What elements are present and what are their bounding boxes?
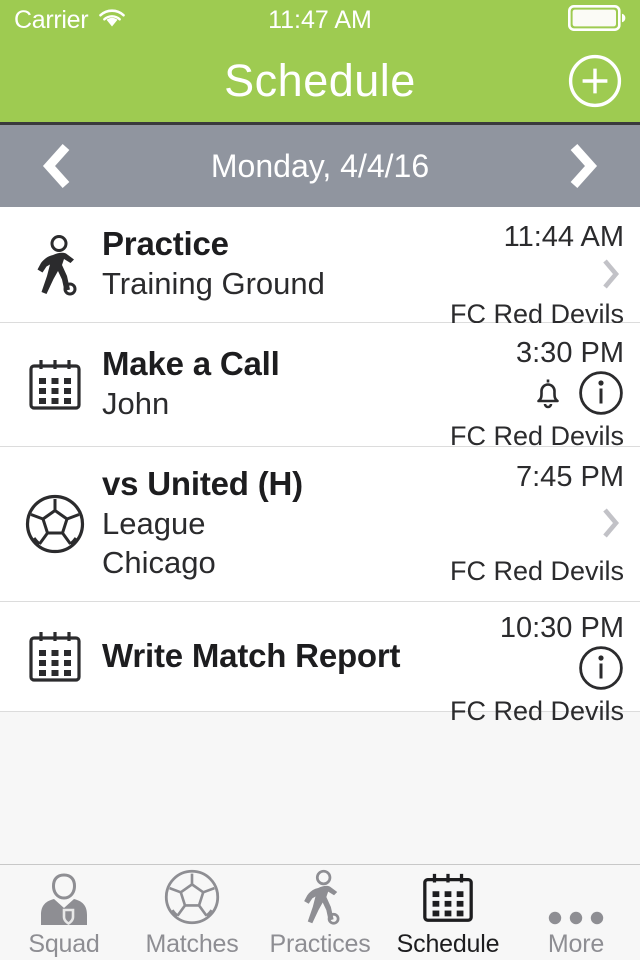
tab-label: Squad xyxy=(28,930,100,958)
bell-icon xyxy=(532,375,564,416)
battery-icon xyxy=(567,4,626,36)
schedule-row-write-match-report[interactable]: Write Match Report 10:30 PM FC Red Devil… xyxy=(0,602,640,726)
calendar-icon xyxy=(18,628,92,686)
player-bust-icon xyxy=(36,870,92,926)
event-details: vs United (H) League Chicago xyxy=(92,465,450,583)
event-subtitle: Training Ground xyxy=(102,266,325,302)
event-subtitle: League xyxy=(102,505,206,541)
event-team: FC Red Devils xyxy=(449,696,624,726)
info-circle-icon[interactable] xyxy=(578,645,624,696)
event-meta: 11:44 AM FC Red Devils xyxy=(450,207,626,329)
date-navigation-bar: Monday, 4/4/16 xyxy=(0,125,640,207)
tab-label: Matches xyxy=(145,930,239,958)
event-title: vs United (H) xyxy=(102,464,303,502)
event-team: FC Red Devils xyxy=(449,556,624,586)
player-running-icon xyxy=(294,869,346,926)
tab-schedule[interactable]: Schedule xyxy=(384,865,512,960)
event-meta: 10:30 PM FC Red Devils xyxy=(450,602,626,726)
app-screen: Carrier 11:47 AM Schedule Monday, 4/4/16… xyxy=(0,0,640,960)
tab-practices[interactable]: Practices xyxy=(256,865,384,960)
event-location: Chicago xyxy=(102,545,216,581)
event-accessory[interactable] xyxy=(598,503,624,548)
schedule-row-make-a-call[interactable]: Make a Call John 3:30 PM FC Red Devils xyxy=(0,323,640,451)
wifi-icon xyxy=(97,7,127,34)
event-title: Practice xyxy=(102,225,229,263)
event-time: 10:30 PM xyxy=(499,612,624,644)
empty-list-area xyxy=(0,712,640,864)
event-details: Make a Call John xyxy=(92,345,450,424)
event-meta: 3:30 PM FC Red Devils xyxy=(450,323,626,451)
chevron-right-icon[interactable] xyxy=(598,503,624,548)
schedule-row-match[interactable]: vs United (H) League Chicago 7:45 PM FC … xyxy=(0,447,640,602)
calendar-icon xyxy=(420,870,476,926)
event-details: Write Match Report xyxy=(92,637,450,676)
next-day-button[interactable] xyxy=(552,136,612,196)
soccer-ball-icon xyxy=(18,493,92,555)
event-meta: 7:45 PM FC Red Devils xyxy=(450,447,626,601)
event-title: Make a Call xyxy=(102,345,280,383)
ellipsis-icon xyxy=(546,870,606,926)
schedule-row-practice[interactable]: Practice Training Ground 11:44 AM FC Red… xyxy=(0,207,640,329)
event-details: Practice Training Ground xyxy=(92,225,450,304)
event-title: Write Match Report xyxy=(102,637,401,675)
status-bar-left: Carrier xyxy=(14,6,127,35)
tab-matches[interactable]: Matches xyxy=(128,865,256,960)
status-bar-right xyxy=(567,4,626,36)
event-time: 7:45 PM xyxy=(516,461,624,493)
tab-squad[interactable]: Squad xyxy=(0,865,128,960)
tab-label: Schedule xyxy=(396,930,500,958)
navigation-bar: Schedule xyxy=(0,40,640,125)
page-title: Schedule xyxy=(224,55,416,106)
event-accessory[interactable] xyxy=(598,254,624,299)
previous-day-button[interactable] xyxy=(28,136,88,196)
event-accessory[interactable] xyxy=(578,645,624,696)
status-bar: Carrier 11:47 AM xyxy=(0,0,640,40)
carrier-label: Carrier xyxy=(14,5,89,34)
tab-label: More xyxy=(547,930,605,958)
add-event-button[interactable] xyxy=(568,54,622,108)
current-date-label: Monday, 4/4/16 xyxy=(210,147,430,184)
soccer-ball-icon xyxy=(163,869,221,926)
chevron-right-icon[interactable] xyxy=(598,254,624,299)
info-circle-icon[interactable] xyxy=(578,370,624,421)
tab-more[interactable]: More xyxy=(512,865,640,960)
player-running-icon xyxy=(18,233,92,297)
schedule-list[interactable]: Practice Training Ground 11:44 AM FC Red… xyxy=(0,207,640,864)
event-time: 3:30 PM xyxy=(516,337,624,369)
tab-label: Practices xyxy=(269,930,371,958)
tab-bar: Squad Matches Practices Schedule More xyxy=(0,864,640,960)
calendar-icon xyxy=(18,356,92,414)
event-accessory[interactable] xyxy=(532,370,624,421)
event-time: 11:44 AM xyxy=(503,221,624,253)
event-subtitle: John xyxy=(102,386,170,422)
